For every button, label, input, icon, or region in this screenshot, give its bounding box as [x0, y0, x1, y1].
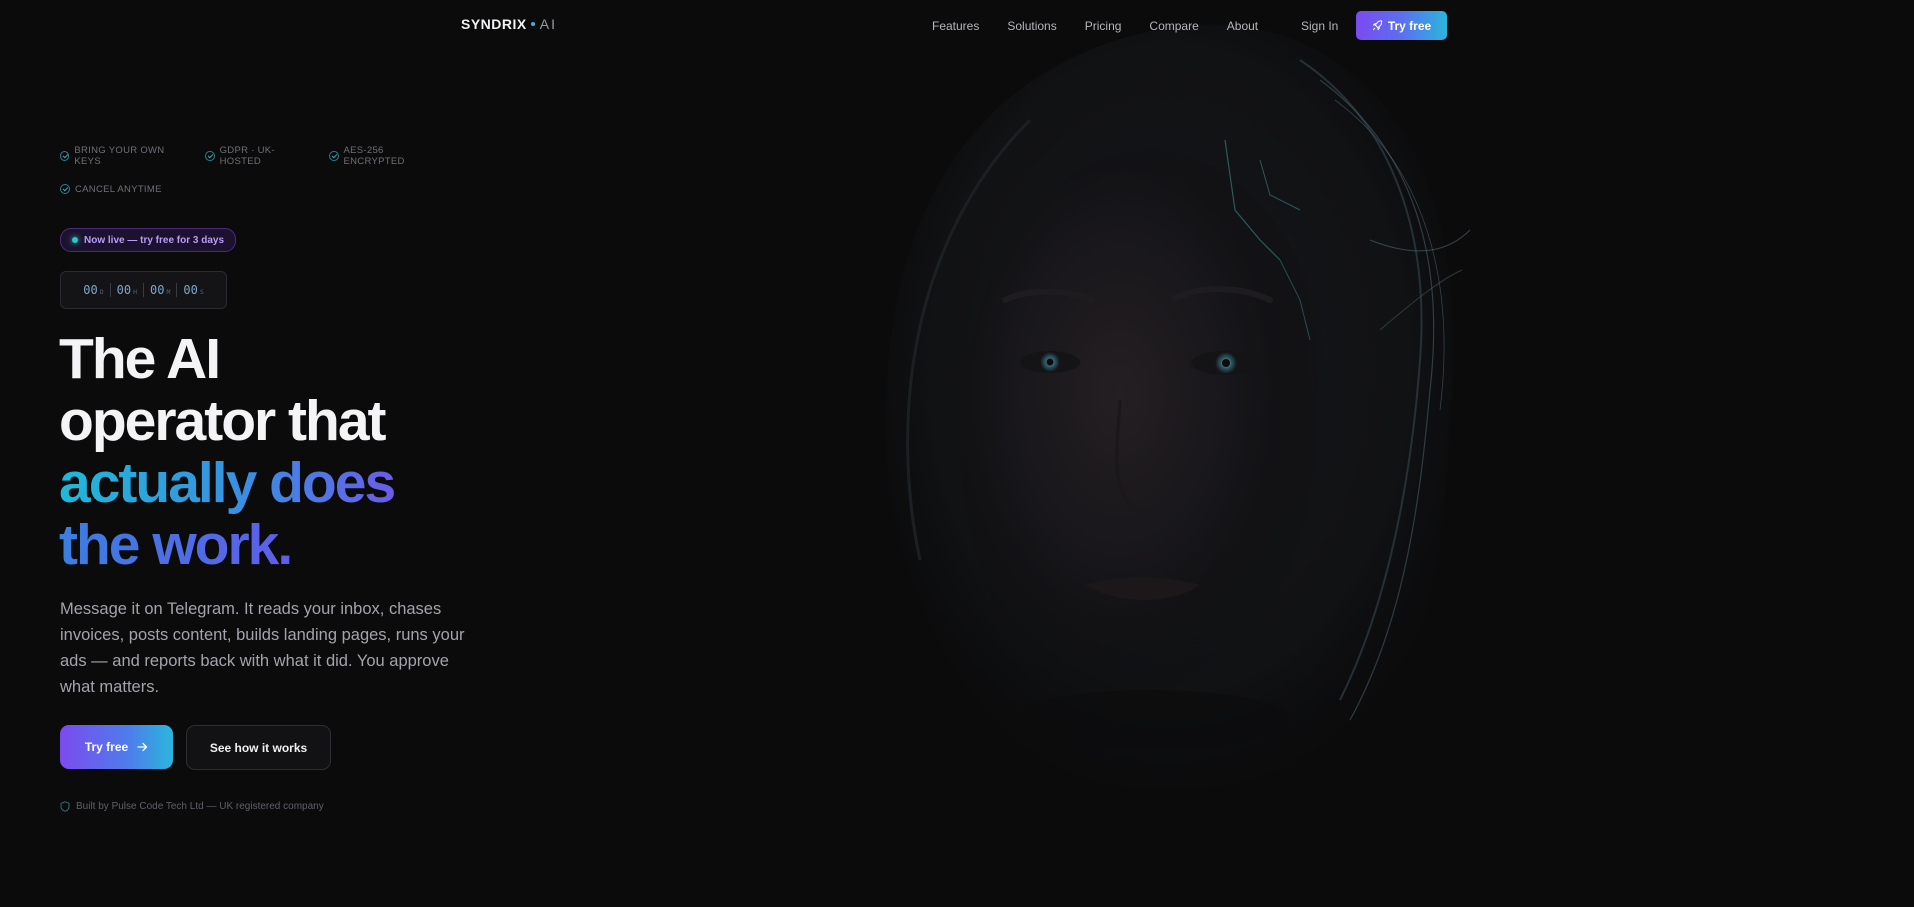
trust-badge-label: AES-256 ENCRYPTED [343, 145, 405, 167]
countdown-divider [109, 283, 111, 297]
live-dot-icon [72, 237, 78, 243]
live-pill-label: Now live — try free for 3 days [84, 234, 225, 246]
rocket-icon [1372, 20, 1383, 31]
check-circle-icon [60, 184, 70, 194]
try-free-label: Try free [84, 740, 129, 754]
trust-badges: BRING YOUR OWN KEYS GDPR · UK-HOSTED AES… [60, 145, 460, 195]
trust-badge: AES-256 ENCRYPTED [329, 145, 440, 167]
countdown-unit: D [99, 288, 104, 296]
nav-try-free-button[interactable]: Try free [1356, 11, 1447, 40]
sign-in-link[interactable]: Sign In [1301, 19, 1338, 33]
headline-line-2: operator that [59, 389, 387, 453]
nav-link-features[interactable]: Features [932, 19, 979, 33]
nav-try-free-label: Try free [1387, 18, 1432, 33]
countdown-value: 00 [83, 283, 98, 297]
see-how-it-works-button[interactable]: See how it works [186, 725, 331, 770]
trust-badge-label: BRING YOUR OWN KEYS [74, 145, 165, 167]
headline-line-3: actually does [59, 451, 396, 515]
countdown-hours: 00 H [117, 283, 137, 297]
countdown-unit: S [199, 288, 204, 296]
hero-portrait-image [830, 0, 1590, 907]
logo-dot-icon [530, 22, 535, 26]
nav-link-compare[interactable]: Compare [1149, 19, 1198, 33]
shield-icon [60, 801, 70, 812]
nav-link-solutions[interactable]: Solutions [1007, 19, 1056, 33]
countdown-value: 00 [116, 283, 132, 297]
trust-badge-label: CANCEL ANYTIME [75, 183, 162, 195]
brand-name: SYNDRIX [461, 16, 527, 32]
nav-link-pricing[interactable]: Pricing [1085, 19, 1122, 33]
countdown-timer: 00 D 00 H 00 M 00 S [60, 271, 227, 309]
countdown-value: 00 [150, 283, 165, 297]
nav-links: Features Solutions Pricing Compare About [932, 19, 1286, 33]
headline-line-4: the work. [59, 514, 394, 576]
trust-badge: CANCEL ANYTIME [60, 184, 162, 195]
top-nav: SYNDRIX AI Features Solutions Pricing Co… [0, 0, 1914, 52]
trust-badge-label: GDPR · UK-HOSTED [219, 145, 275, 167]
countdown-value: 00 [183, 283, 198, 297]
built-by-note: Built by Pulse Code Tech Ltd — UK regist… [60, 801, 324, 812]
check-circle-icon [60, 151, 70, 161]
countdown-divider [176, 283, 178, 297]
brand-logo[interactable]: SYNDRIX AI [461, 16, 557, 32]
landing-page: SYNDRIX AI Features Solutions Pricing Co… [0, 0, 1914, 907]
trust-badge: BRING YOUR OWN KEYS [60, 145, 185, 167]
check-circle-icon [205, 151, 215, 161]
countdown-minutes: 00 M [150, 283, 170, 297]
hero-headline: The AI operator that actually does the w… [59, 327, 396, 576]
built-by-label: Built by Pulse Code Tech Ltd — UK regist… [76, 801, 324, 812]
nav-link-about[interactable]: About [1227, 19, 1258, 33]
check-circle-icon [329, 151, 339, 161]
arrow-right-icon [137, 742, 148, 752]
countdown-unit: H [133, 288, 137, 296]
brand-suffix: AI [539, 16, 557, 32]
countdown-unit: M [166, 288, 171, 296]
countdown-divider [143, 283, 144, 297]
trust-badge: GDPR · UK-HOSTED [205, 145, 309, 167]
live-status-pill: Now live — try free for 3 days [60, 228, 237, 252]
try-free-button[interactable]: Try free [60, 725, 173, 769]
headline-line-1: The AI [59, 327, 221, 391]
see-how-it-works-label: See how it works [209, 740, 308, 755]
hero-description: Message it on Telegram. It reads your in… [60, 600, 465, 696]
countdown-days: 00 D [83, 283, 103, 297]
countdown-seconds: 00 S [183, 283, 203, 297]
